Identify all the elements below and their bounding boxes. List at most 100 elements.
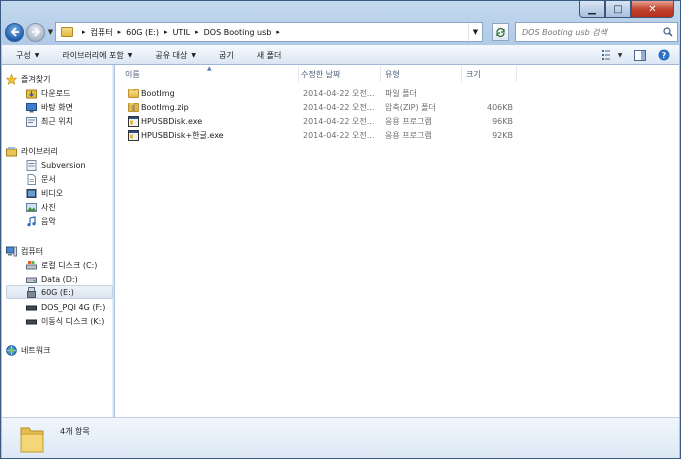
- forward-arrow-icon: [31, 27, 40, 37]
- file-type: 응용 프로그램: [385, 117, 432, 126]
- chevron-right-icon[interactable]: ▸: [82, 28, 86, 36]
- nav-favorites-label: 즐겨찾기: [21, 74, 51, 84]
- nav-libraries[interactable]: 라이브러리: [6, 144, 116, 158]
- new-folder-button[interactable]: 새 폴더: [243, 50, 291, 61]
- share-with-label: 공유 대상: [155, 50, 188, 60]
- nav-network[interactable]: 네트워크: [6, 343, 116, 357]
- column-size-label: 크기: [466, 69, 481, 79]
- recent-pages-dropdown[interactable]: ▼: [46, 28, 55, 36]
- chevron-right-icon[interactable]: ▸: [195, 28, 199, 36]
- preview-pane-icon: [634, 49, 646, 61]
- nav-item-label: 다운로드: [41, 88, 71, 98]
- navigation-pane: 즐겨찾기 다운로드 바탕 화면 최근 위치 라이브러리 Subversion 문…: [2, 65, 114, 417]
- nav-item-label: DOS_PQI 4G (F:): [41, 302, 106, 312]
- view-options-dropdown[interactable]: ▼: [617, 48, 623, 62]
- address-bar[interactable]: ▸ 컴퓨터 ▸ 60G (E:) ▸ UTIL ▸ DOS Booting us…: [55, 22, 483, 42]
- nav-item-drive-e[interactable]: 60G (E:): [6, 285, 113, 299]
- file-row[interactable]: BootImg 2014-04-22 오전... 파일 폴더: [125, 87, 525, 101]
- nav-item-label: 이동식 디스크 (K:): [41, 316, 105, 326]
- network-icon: [6, 344, 17, 356]
- file-date: 2014-04-22 오전...: [303, 131, 375, 140]
- recent-places-icon: [26, 116, 37, 127]
- column-header-name[interactable]: 이름 ▲: [115, 65, 299, 82]
- maximize-button[interactable]: □: [605, 1, 631, 18]
- include-library-label: 라이브러리에 포함: [62, 50, 124, 60]
- search-box[interactable]: [515, 22, 678, 42]
- nav-item-label: 로컬 디스크 (C:): [41, 260, 98, 270]
- item-count: 4개 항목: [60, 427, 90, 436]
- hard-drive-icon: [26, 274, 37, 285]
- breadcrumb-item-current[interactable]: DOS Booting usb: [204, 28, 272, 37]
- subversion-library-icon: [26, 159, 37, 171]
- nav-libraries-label: 라이브러리: [21, 146, 58, 156]
- close-button[interactable]: ✕: [631, 1, 674, 18]
- file-type: 파일 폴더: [385, 89, 417, 98]
- nav-computer-label: 컴퓨터: [21, 246, 44, 256]
- command-bar: 구성 ▼ 라이브러리에 포함 ▼ 공유 대상 ▼ 굽기 새 폴더 ▼ ?: [2, 45, 679, 65]
- change-view-button[interactable]: [601, 48, 615, 62]
- refresh-button[interactable]: [492, 23, 509, 41]
- file-name: BootImg.zip: [141, 103, 189, 112]
- burn-button[interactable]: 굽기: [205, 50, 243, 61]
- nav-favorites[interactable]: 즐겨찾기: [6, 72, 116, 86]
- navigation-row: ▼ ▸ 컴퓨터 ▸ 60G (E:) ▸ UTIL ▸ DOS Booting …: [5, 20, 678, 44]
- file-row[interactable]: BootImg.zip 2014-04-22 오전... 압축(ZIP) 폴더 …: [125, 101, 525, 115]
- nav-item-label: 사진: [41, 202, 56, 212]
- removable-drive-icon: [26, 316, 37, 327]
- folder-icon: [61, 27, 73, 37]
- breadcrumb-item-util[interactable]: UTIL: [173, 28, 191, 37]
- file-type: 응용 프로그램: [385, 131, 432, 140]
- file-size: 406KB: [486, 103, 513, 112]
- column-type-label: 유형: [385, 69, 400, 79]
- burn-label: 굽기: [219, 50, 234, 60]
- file-date: 2014-04-22 오전...: [303, 103, 375, 112]
- nav-network-label: 네트워크: [21, 345, 51, 355]
- column-header-size[interactable]: 크기: [462, 66, 517, 82]
- exe-icon: [128, 130, 139, 144]
- search-icon[interactable]: [663, 27, 673, 37]
- chevron-right-icon[interactable]: ▸: [164, 28, 168, 36]
- removable-drive-icon: [26, 302, 37, 313]
- file-name: BootImg: [141, 89, 175, 98]
- chevron-right-icon[interactable]: ▸: [118, 28, 122, 36]
- file-size: 92KB: [492, 131, 513, 140]
- nav-item-label: 바탕 화면: [41, 102, 73, 112]
- nav-item-label: 음악: [41, 216, 56, 226]
- column-header-date[interactable]: 수정한 날짜: [299, 66, 381, 82]
- share-with-menu[interactable]: 공유 대상 ▼: [141, 50, 205, 61]
- breadcrumb-item-drive[interactable]: 60G (E:): [126, 28, 159, 37]
- details-pane: 4개 항목: [2, 417, 679, 458]
- view-details-icon: [602, 50, 610, 60]
- documents-icon: [26, 173, 37, 185]
- breadcrumb: ▸ 컴퓨터 ▸ 60G (E:) ▸ UTIL ▸ DOS Booting us…: [77, 27, 285, 38]
- nav-computer[interactable]: 컴퓨터: [6, 244, 116, 258]
- file-row[interactable]: HPUSBDisk.exe 2014-04-22 오전... 응용 프로그램 9…: [125, 115, 525, 129]
- refresh-icon: [496, 27, 505, 37]
- back-arrow-icon: [10, 27, 19, 37]
- usb-drive-icon: [26, 286, 37, 298]
- column-header-type[interactable]: 유형: [381, 66, 462, 82]
- file-size: 96KB: [492, 117, 513, 126]
- back-button[interactable]: [5, 22, 24, 42]
- file-name: HPUSBDisk.exe: [141, 117, 203, 126]
- preview-pane-button[interactable]: [633, 48, 647, 62]
- nav-item-label: Subversion: [41, 160, 86, 170]
- file-type: 압축(ZIP) 폴더: [385, 103, 436, 112]
- file-row[interactable]: HPUSBDisk+한글.exe 2014-04-22 오전... 응용 프로그…: [125, 129, 525, 143]
- file-date: 2014-04-22 오전...: [303, 117, 375, 126]
- minimize-button[interactable]: ▁: [579, 1, 605, 18]
- help-icon: ?: [658, 49, 670, 61]
- chevron-right-icon[interactable]: ▸: [276, 28, 280, 36]
- help-button[interactable]: ?: [657, 48, 671, 62]
- address-history-dropdown[interactable]: ▼: [468, 23, 482, 41]
- chevron-down-icon: ▼: [127, 51, 133, 59]
- search-input[interactable]: [522, 27, 662, 37]
- organize-menu[interactable]: 구성 ▼: [2, 50, 48, 61]
- nav-item-label: 60G (E:): [41, 287, 74, 297]
- breadcrumb-item-computer[interactable]: 컴퓨터: [91, 27, 113, 38]
- include-library-menu[interactable]: 라이브러리에 포함 ▼: [48, 50, 141, 61]
- forward-button[interactable]: [26, 22, 45, 42]
- nav-item-label: Data (D:): [41, 274, 78, 284]
- desktop-icon: [26, 102, 37, 113]
- nav-item-label: 최근 위치: [41, 116, 73, 126]
